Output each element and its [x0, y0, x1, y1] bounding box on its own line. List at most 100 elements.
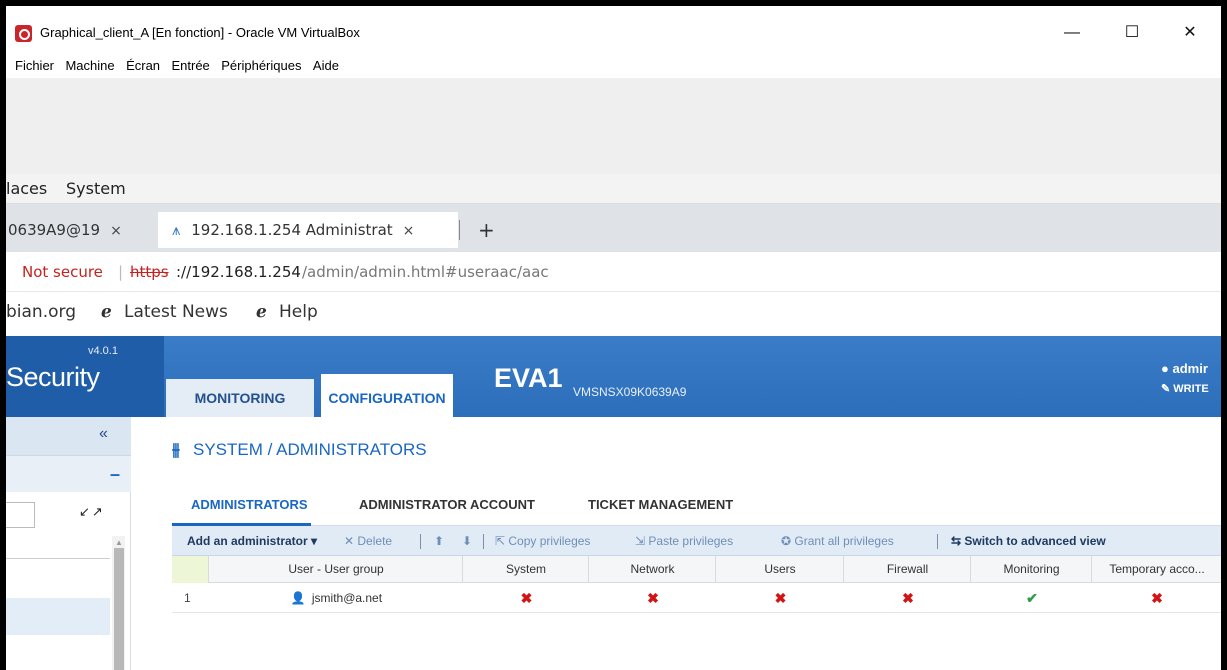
menu-fichier[interactable]: Fichier: [15, 54, 54, 78]
firewall-serial: VMSNSX09K0639A9: [573, 385, 687, 399]
write-icon: ✎: [1161, 383, 1171, 395]
column-header[interactable]: Temporary acco...: [1093, 556, 1221, 583]
toolbar-separator: [937, 534, 938, 549]
column-header[interactable]: User - User group: [210, 556, 463, 583]
screen: Graphical_client_A [En fonction] - Oracl…: [6, 6, 1221, 670]
user-menu[interactable]: ● admir ✎ WRITE: [1161, 361, 1221, 401]
move-up-icon[interactable]: ⬆: [434, 534, 444, 548]
write-mode-label: WRITE: [1173, 383, 1209, 395]
not-secure-label[interactable]: Not secure: [22, 263, 103, 281]
tab-close-icon[interactable]: ×: [403, 223, 415, 239]
virtualbox-menubar: Fichier Machine Écran Entrée Périphériqu…: [6, 54, 1221, 78]
places-menu[interactable]: laces: [6, 179, 47, 198]
add-administrator-button[interactable]: Add an administrator ▾: [187, 534, 317, 548]
user-name: admir: [1172, 361, 1208, 376]
firewall-name: EVA1: [494, 363, 563, 393]
url-path: /admin/admin.html#useraac/aac: [302, 263, 549, 281]
tab-ssh[interactable]: 0639A9@19 ×: [6, 212, 156, 248]
tab-divider: [459, 220, 460, 240]
toolbar-separator: [420, 534, 421, 549]
row-number: 1: [184, 591, 191, 605]
tab-monitoring[interactable]: MONITORING: [166, 379, 314, 417]
deny-icon[interactable]: ✖: [464, 584, 589, 613]
expand-all-icon[interactable]: ↙↗: [79, 504, 105, 520]
scroll-up-icon[interactable]: ▲: [115, 538, 123, 547]
tab-administrator-account[interactable]: ADMINISTRATOR ACCOUNT: [359, 497, 535, 512]
guest-desktop-area: [6, 78, 1221, 174]
tab-label: 192.168.1.254 Administrat: [191, 221, 393, 239]
window-title: Graphical_client_A [En fonction] - Oracl…: [40, 25, 360, 40]
menu-entree[interactable]: Entrée: [171, 54, 209, 78]
user-cell: 👤 jsmith@a.net: [210, 584, 463, 613]
deny-icon[interactable]: ✖: [590, 584, 716, 613]
menu-peripheriques[interactable]: Périphériques: [221, 54, 301, 78]
maximize-button[interactable]: ☐: [1110, 20, 1154, 46]
gnome-panel: laces System: [6, 174, 1221, 204]
tab-administrators[interactable]: ADMINISTRATORS: [191, 497, 308, 512]
user-icon: 👤: [290, 591, 306, 605]
collapse-panel-icon[interactable]: «: [99, 425, 108, 443]
column-header[interactable]: Users: [717, 556, 844, 583]
left-panel-section: –: [6, 455, 131, 492]
move-down-icon[interactable]: ⬇: [462, 534, 472, 548]
row-number-header: [172, 556, 209, 583]
left-panel-header: «: [6, 417, 131, 455]
minimize-section-icon[interactable]: –: [110, 464, 120, 485]
settings-sliders-icon: ⫵: [172, 440, 180, 459]
url-separator: |: [118, 263, 124, 281]
virtualbox-titlebar: Graphical_client_A [En fonction] - Oracl…: [6, 6, 1221, 54]
deny-icon[interactable]: ✖: [1093, 584, 1221, 613]
new-tab-button[interactable]: +: [478, 212, 495, 248]
address-bar[interactable]: Not secure | https ://192.168.1.254 /adm…: [6, 252, 1221, 292]
grant-all-privileges-button[interactable]: ✪ Grant all privileges: [781, 534, 894, 548]
scroll-thumb[interactable]: [114, 548, 124, 670]
bookmark-latest-news[interactable]: Latest News: [124, 302, 228, 322]
virtualbox-icon: [15, 25, 32, 42]
tab-ticket-management[interactable]: TICKET MANAGEMENT: [588, 497, 733, 512]
deny-icon[interactable]: ✖: [845, 584, 971, 613]
switch-advanced-view-button[interactable]: ⇆ Switch to advanced view: [951, 534, 1106, 548]
table-row[interactable]: 1 👤 jsmith@a.net ✖ ✖ ✖ ✖ ✔ ✖: [172, 584, 1221, 613]
grid-header: User - User group System Network Users F…: [172, 556, 1221, 583]
menu-ecran[interactable]: Écran: [126, 54, 160, 78]
grid-toolbar: Add an administrator ▾ ✕ Delete ⬆ ⬇ ⇱ Co…: [172, 526, 1221, 556]
brand-logo: Security: [6, 362, 100, 392]
column-header[interactable]: System: [464, 556, 589, 583]
menu-search-input[interactable]: [6, 502, 35, 528]
tab-admin[interactable]: ⩚ 192.168.1.254 Administrat ×: [158, 212, 458, 248]
url-host: ://192.168.1.254: [176, 263, 301, 281]
tab-label: 0639A9@19: [8, 221, 101, 239]
toolbar-separator: [483, 534, 484, 549]
tree-divider: [6, 558, 110, 559]
paste-privileges-button[interactable]: ⇲ Paste privileges: [635, 534, 733, 548]
column-header[interactable]: Network: [590, 556, 716, 583]
tab-configuration[interactable]: CONFIGURATION: [321, 374, 453, 417]
bookmarks-bar: bian.org ℯ Latest News ℯ Help: [6, 292, 1221, 336]
menu-machine[interactable]: Machine: [65, 54, 114, 78]
copy-privileges-button[interactable]: ⇱ Copy privileges: [495, 534, 590, 548]
main-content: ⫵ SYSTEM / ADMINISTRATORS ADMINISTRATORS…: [132, 417, 1221, 670]
column-header[interactable]: Monitoring: [972, 556, 1092, 583]
tree-item-selected[interactable]: [6, 598, 110, 635]
bookmark-debian[interactable]: bian.org: [6, 302, 76, 322]
close-button[interactable]: ✕: [1168, 20, 1212, 46]
url-scheme: https: [130, 263, 169, 281]
user-icon: ●: [1161, 361, 1169, 376]
tab-close-icon[interactable]: ×: [110, 223, 122, 239]
app-header: v4.0.1 Security MONITORING CONFIGURATION…: [6, 336, 1221, 417]
bookmark-help[interactable]: Help: [279, 302, 318, 322]
left-menu-panel: « – ↙↗ ▲: [6, 417, 131, 670]
left-scrollbar[interactable]: ▲: [112, 536, 125, 670]
menu-aide[interactable]: Aide: [313, 54, 339, 78]
deny-icon[interactable]: ✖: [717, 584, 844, 613]
debian-icon: ℯ: [256, 302, 267, 322]
minimize-button[interactable]: —: [1050, 20, 1094, 46]
system-menu[interactable]: System: [66, 179, 126, 198]
column-header[interactable]: Firewall: [845, 556, 971, 583]
stormshield-tab-icon: ⩚: [172, 221, 181, 239]
debian-icon: ℯ: [101, 302, 112, 322]
page-title: SYSTEM / ADMINISTRATORS: [193, 440, 427, 459]
delete-button[interactable]: ✕ Delete: [344, 534, 392, 548]
brand-area: v4.0.1 Security: [6, 336, 164, 417]
allow-icon[interactable]: ✔: [972, 584, 1092, 613]
